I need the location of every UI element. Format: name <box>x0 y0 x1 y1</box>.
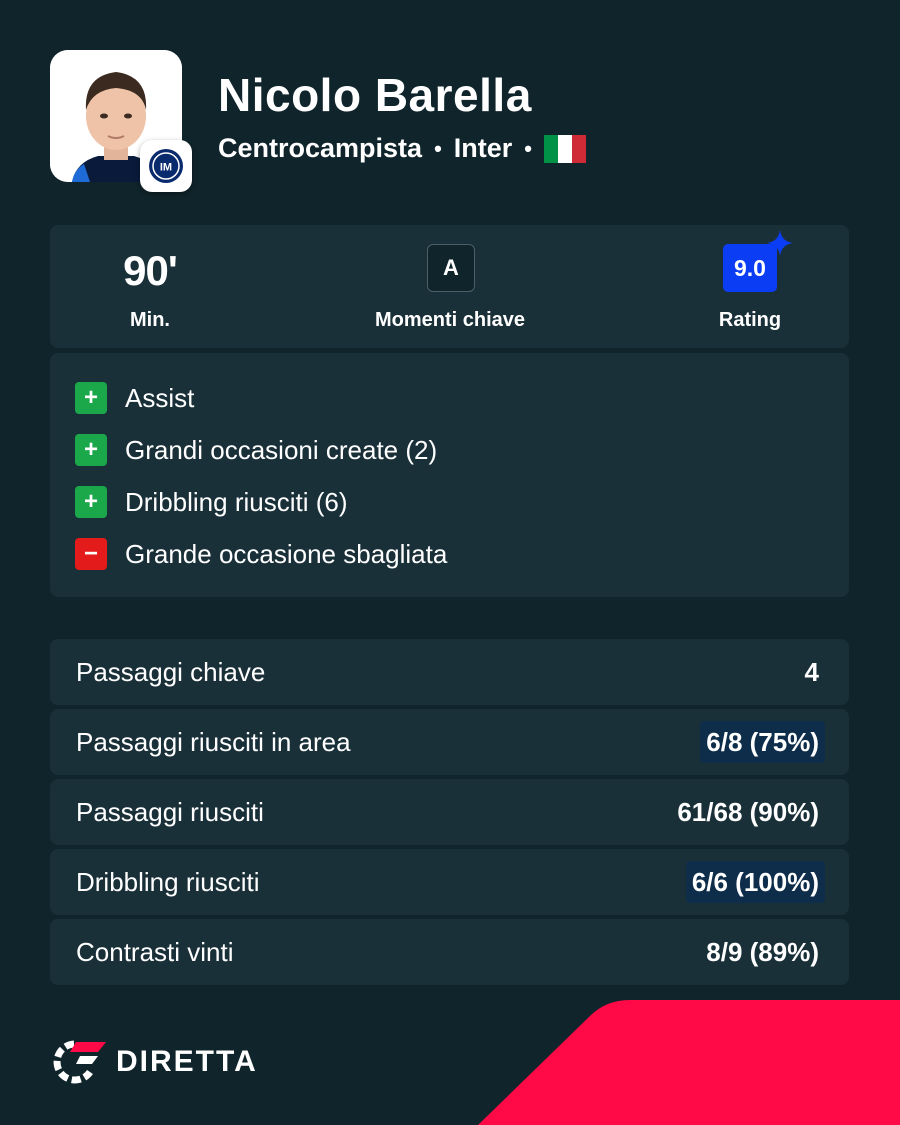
event-item: + Assist <box>75 382 194 414</box>
diretta-logo-icon <box>53 1040 106 1084</box>
separator-dot: • <box>434 135 442 161</box>
event-text: Dribbling riusciti (6) <box>125 486 348 517</box>
stat-value: 8/9 (89%) <box>706 937 819 967</box>
minutes-block: 90' Min. <box>50 225 250 348</box>
minutes-value: 90' <box>123 247 178 294</box>
player-meta: Centrocampista • Inter • <box>218 133 586 164</box>
player-position: Centrocampista <box>218 133 423 163</box>
event-text: Grandi occasioni create (2) <box>125 434 438 465</box>
event-item: − Grande occasione sbagliata <box>75 538 447 570</box>
club-badge: IM <box>140 140 192 192</box>
stat-row: Dribbling riusciti 6/6 (100%) <box>50 849 849 915</box>
stat-row: Passaggi riusciti in area 6/8 (75%) <box>50 709 849 775</box>
rating-label: Rating <box>718 309 782 331</box>
plus-icon: + <box>75 486 107 518</box>
player-name: Nicolo Barella <box>218 69 532 121</box>
stat-value: 4 <box>804 657 819 687</box>
minutes-label: Min. <box>130 309 170 331</box>
events-card: + Assist + Grandi occasioni create (2) +… <box>50 353 849 597</box>
plus-icon: + <box>75 382 107 414</box>
stat-row: Passaggi chiave 4 <box>50 639 849 705</box>
plus-icon: + <box>75 434 107 466</box>
rating-block: 9.0 Rating <box>650 225 850 348</box>
event-text: Grande occasione sbagliata <box>125 538 448 569</box>
minus-icon: − <box>75 538 107 570</box>
event-item: + Dribbling riusciti (6) <box>75 486 348 518</box>
key-moments-icon[interactable]: A <box>427 244 475 292</box>
key-moments-label: Momenti chiave <box>374 309 526 331</box>
stat-label: Passaggi riusciti <box>76 797 264 827</box>
stat-row: Contrasti vinti 8/9 (89%) <box>50 919 849 985</box>
stat-label: Dribbling riusciti <box>76 867 260 897</box>
stat-value: 6/6 (100%) <box>685 861 825 903</box>
brand-name: DIRETTA <box>116 1045 258 1078</box>
separator-dot: • <box>524 135 532 161</box>
italy-flag-icon <box>543 134 586 163</box>
stat-value: 61/68 (90%) <box>677 797 819 827</box>
stat-row: Passaggi riusciti 61/68 (90%) <box>50 779 849 845</box>
stat-label: Passaggi chiave <box>76 657 266 687</box>
event-item: + Grandi occasioni create (2) <box>75 434 437 466</box>
svg-text:IM: IM <box>160 162 172 174</box>
stat-value: 6/8 (75%) <box>700 721 825 763</box>
sparkle-icon <box>767 230 793 256</box>
summary-card: 90' Min. A Momenti chiave 9.0 Rating <box>50 225 849 348</box>
key-moments-block[interactable]: A Momenti chiave <box>350 225 550 348</box>
inter-crest-icon: IM <box>149 149 183 183</box>
event-text: Assist <box>125 382 195 413</box>
stat-label: Contrasti vinti <box>76 937 234 967</box>
stat-label: Passaggi riusciti in area <box>76 727 351 757</box>
brand-logo: DIRETTA <box>50 1038 258 1086</box>
player-team: Inter <box>453 133 513 163</box>
